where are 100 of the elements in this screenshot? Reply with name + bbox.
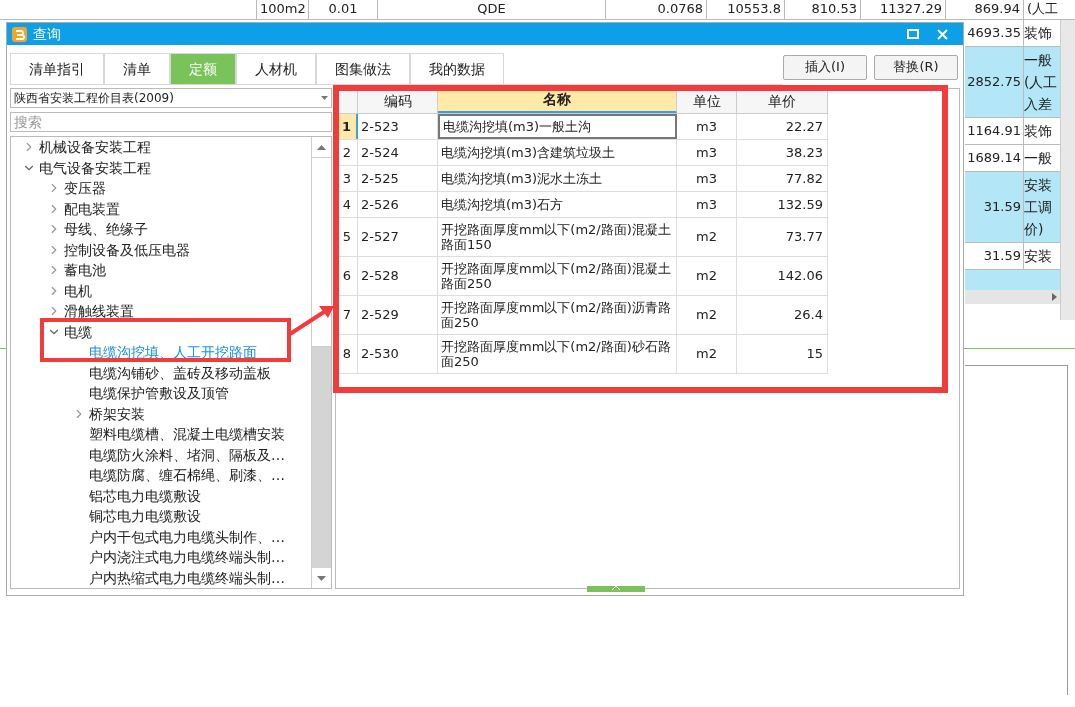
table-cell: 142.06 — [737, 257, 828, 295]
table-cell: 开挖路面厚度mm以下(m2/路面)砂石路面250 — [438, 335, 677, 373]
dropdown-caret-icon — [321, 96, 328, 100]
sheet-cell: 4693.35 — [965, 20, 1024, 46]
column-header[interactable]: 单位 — [677, 90, 737, 113]
sheet-cell-text: 装饰 — [1024, 122, 1053, 141]
sheet-cell-text: 装饰 — [1024, 24, 1053, 43]
sheet-cell-text: 安装 — [1024, 247, 1053, 266]
table-cell: 2-529 — [358, 296, 438, 334]
tab[interactable]: 图集做法 — [316, 53, 410, 85]
tree-item[interactable]: 电缆沟铺砂、盖砖及移动盖板 — [89, 364, 271, 381]
row-number[interactable]: 2 — [337, 140, 358, 165]
app-logo-icon — [12, 26, 27, 42]
table-cell: m3 — [677, 166, 737, 191]
tree-scrollbar[interactable] — [311, 137, 331, 588]
row-number[interactable]: 8 — [337, 335, 358, 373]
table-cell: 2-527 — [358, 218, 438, 256]
tree-item[interactable]: 滑触线装置 — [64, 303, 134, 320]
tree-item[interactable]: 户内热缩式电力电缆终端头制… — [89, 569, 285, 586]
row-number[interactable]: 3 — [337, 166, 358, 191]
tree-item[interactable]: 控制设备及低压电器 — [64, 241, 190, 258]
sheet-cell: 0.0768 — [605, 0, 706, 19]
caret-up-icon — [612, 586, 620, 590]
table-cell: 15 — [737, 335, 828, 373]
sheet-cell-text: 安装 工调 价) — [1024, 176, 1053, 239]
table-cell: 2-526 — [358, 192, 438, 217]
table-cell: 22.27 — [737, 114, 828, 139]
tree-item[interactable]: 户内浇注式电力电缆终端头制… — [89, 549, 285, 566]
tree-item[interactable]: 电缆沟挖填、人工开挖路面 — [89, 344, 257, 361]
table-cell: m2 — [677, 218, 737, 256]
tree-item[interactable]: 电缆防火涂料、堵洞、隔板及… — [89, 446, 285, 463]
tab[interactable]: 人材机 — [236, 53, 316, 85]
table-cell: 电缆沟挖填(m3)石方 — [438, 192, 677, 217]
dialog-button[interactable]: 插入(I) — [783, 54, 867, 80]
window-title: 查询 — [33, 24, 61, 44]
table-cell: m3 — [677, 192, 737, 217]
scroll-up-icon[interactable] — [317, 144, 326, 150]
collapse-handle[interactable] — [587, 586, 645, 592]
library-dropdown[interactable]: 陕西省安装工程价目表(2009) — [10, 88, 332, 108]
tree-item[interactable]: 电机 — [64, 282, 92, 299]
table-cell: 开挖路面厚度mm以下(m2/路面)混凝土路面250 — [438, 257, 677, 295]
table-cell: m2 — [677, 257, 737, 295]
table-cell: 132.59 — [737, 192, 828, 217]
sheet-cell: 1689.14 — [965, 145, 1024, 171]
column-header[interactable]: 单价 — [737, 90, 828, 113]
tree-item[interactable]: 变压器 — [64, 180, 106, 197]
sheet-cell: 2852.75 — [965, 47, 1024, 117]
scroll-right-icon[interactable] — [1052, 293, 1057, 301]
table-cell: m3 — [677, 140, 737, 165]
horizontal-scrollbar[interactable] — [965, 290, 1060, 304]
tree-item[interactable]: 铜芯电力电缆敷设 — [89, 508, 201, 525]
dialog-button[interactable]: 替换(R) — [874, 54, 958, 80]
table-cell: 2-524 — [358, 140, 438, 165]
tree-item[interactable]: 桥架安装 — [89, 405, 145, 422]
table-cell: 77.82 — [737, 166, 828, 191]
sheet-cell: (人工 — [1023, 0, 1060, 19]
sheet-cell: 10553.8 — [706, 0, 784, 19]
table-cell: 电缆沟挖填(m3)泥水土冻土 — [438, 166, 677, 191]
column-header[interactable]: 名称 — [438, 90, 677, 113]
table-cell: 电缆沟挖填(m3)含建筑垃圾土 — [438, 140, 677, 165]
tree-item[interactable]: 蓄电池 — [64, 262, 106, 279]
tree-item[interactable]: 电缆 — [64, 323, 92, 340]
tree-item[interactable]: 户内干包式电力电缆头制作、… — [89, 528, 285, 545]
table-cell: m2 — [677, 296, 737, 334]
maximize-icon[interactable] — [907, 29, 919, 39]
tree-item[interactable]: 铝芯电力电缆敷设 — [89, 487, 201, 504]
sheet-cell: 1164.91 — [965, 118, 1024, 144]
tree-item[interactable]: 机械设备安装工程 — [39, 139, 151, 156]
tree-item[interactable]: 电缆防腐、缠石棉绳、刷漆、… — [89, 467, 285, 484]
table-cell: 73.77 — [737, 218, 828, 256]
row-number[interactable]: 6 — [337, 257, 358, 295]
sheet-cell: 810.53 — [784, 0, 860, 19]
table-cell: 2-530 — [358, 335, 438, 373]
table-cell: 开挖路面厚度mm以下(m2/路面)混凝土路面150 — [438, 218, 677, 256]
tree-item[interactable]: 电缆保护管敷设及顶管 — [89, 385, 229, 402]
row-number[interactable]: 7 — [337, 296, 358, 334]
tree-item[interactable]: 母线、绝缘子 — [64, 221, 148, 238]
sheet-cell-text: 一般 — [1024, 149, 1053, 168]
sheet-cell: 100m2 — [256, 0, 308, 19]
sheet-cell: 31.59 — [965, 172, 1024, 242]
sheet-cell: QDE — [377, 0, 605, 19]
tab[interactable]: 清单指引 — [10, 53, 104, 85]
table-cell: 26.4 — [737, 296, 828, 334]
search-field[interactable]: 搜索 — [10, 112, 332, 132]
tree-item[interactable]: 配电装置 — [64, 200, 120, 217]
table-cell: 2-523 — [358, 114, 438, 139]
table-cell: 开挖路面厚度mm以下(m2/路面)沥青路面250 — [438, 296, 677, 334]
tab[interactable]: 我的数据 — [410, 53, 504, 85]
row-number[interactable]: 5 — [337, 218, 358, 256]
vertical-scrollbar[interactable] — [1060, 20, 1075, 320]
sheet-cell-text: 一般 (人工 入差 — [1024, 51, 1059, 114]
scroll-down-icon[interactable] — [317, 575, 326, 581]
row-number[interactable]: 1 — [337, 114, 358, 139]
close-icon[interactable] — [937, 28, 948, 40]
table-cell: 电缆沟挖填(m3)一般土沟 — [438, 114, 677, 139]
tree-item[interactable]: 塑料电缆槽、混凝土电缆槽安装 — [89, 426, 285, 443]
row-number[interactable]: 4 — [337, 192, 358, 217]
table-cell: m2 — [677, 335, 737, 373]
tab[interactable]: 清单 — [104, 53, 170, 85]
tree-item[interactable]: 电气设备安装工程 — [39, 159, 151, 176]
